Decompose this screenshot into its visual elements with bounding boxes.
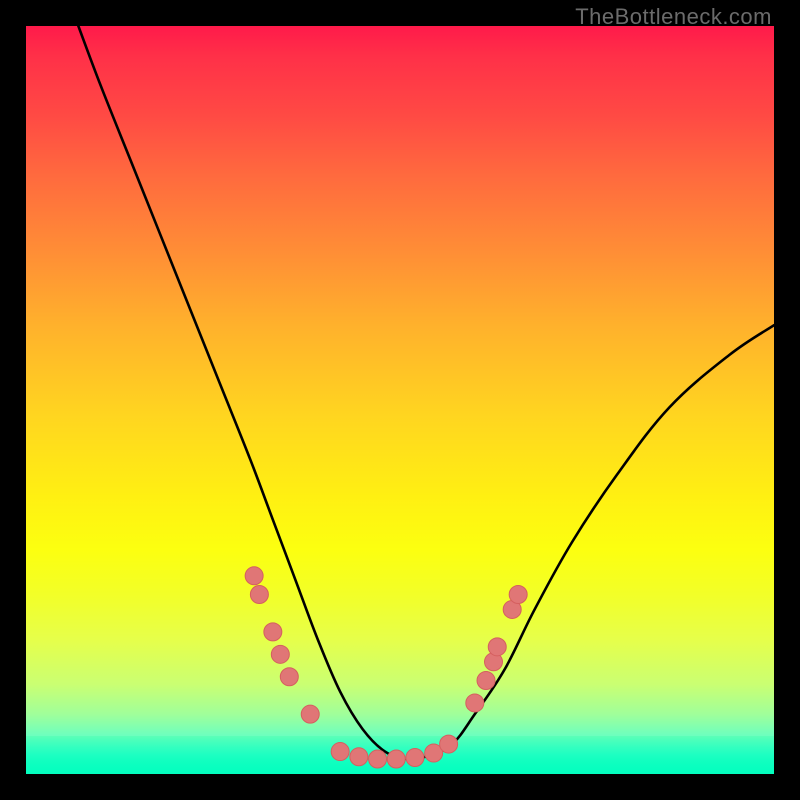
data-marker: [245, 567, 263, 585]
data-marker: [301, 705, 319, 723]
data-marker: [440, 735, 458, 753]
curve-layer: [78, 26, 774, 759]
data-marker: [250, 585, 268, 603]
data-marker: [331, 743, 349, 761]
data-marker: [369, 750, 387, 768]
chart-svg: [26, 26, 774, 774]
data-marker: [387, 750, 405, 768]
data-marker: [264, 623, 282, 641]
chart-plot-area: [26, 26, 774, 774]
data-marker: [280, 668, 298, 686]
data-marker: [350, 748, 368, 766]
data-marker: [477, 672, 495, 690]
data-marker: [466, 694, 484, 712]
data-marker: [406, 749, 424, 767]
data-marker: [271, 645, 289, 663]
data-marker: [509, 585, 527, 603]
data-marker: [488, 638, 506, 656]
watermark-text: TheBottleneck.com: [575, 4, 772, 30]
markers-layer: [245, 567, 527, 768]
bottleneck-curve: [78, 26, 774, 759]
